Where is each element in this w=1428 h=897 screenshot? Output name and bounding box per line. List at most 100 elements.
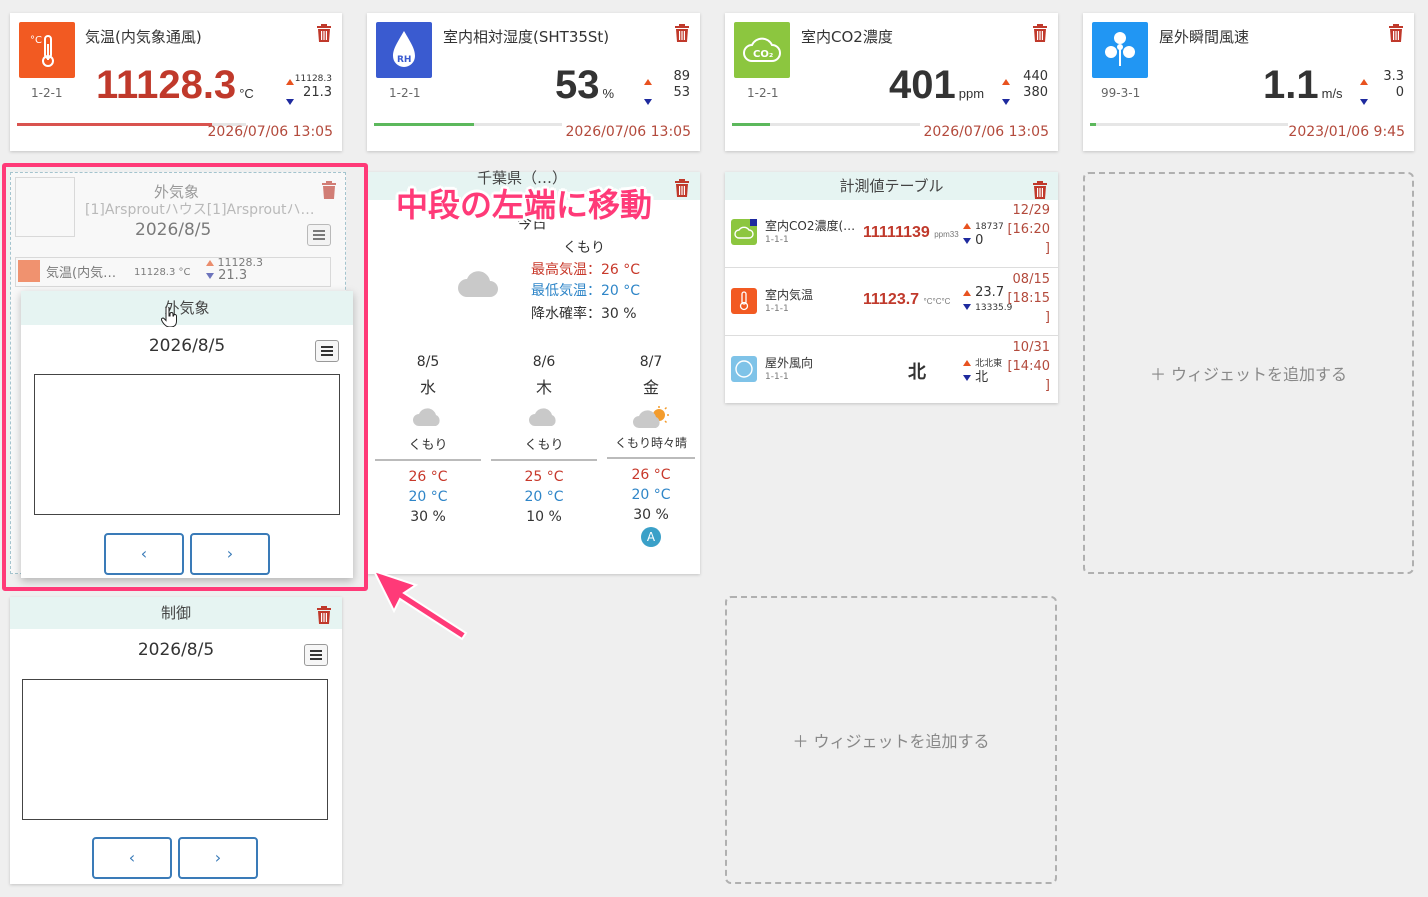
low-arrow-icon: [963, 374, 971, 381]
thermometer-icon: °C: [19, 22, 75, 78]
timestamp: 2026/07/06 13:05: [207, 124, 334, 140]
measurement-table-widget[interactable]: 計測値テーブル 室内CO2濃度(… 1-1-1 11111139 ppm33 1…: [725, 172, 1058, 403]
low-value: 380: [1023, 85, 1048, 100]
trash-icon[interactable]: [1032, 181, 1048, 199]
next-button[interactable]: ›: [178, 837, 258, 879]
low-arrow-icon: [286, 98, 294, 105]
compass-icon: [731, 356, 757, 382]
forecast-day: 8/5 水 くもり 26 °C 20 °C 30 %: [375, 354, 481, 525]
trash-icon[interactable]: [316, 24, 332, 42]
sensor-card-co2[interactable]: CO₂ 室内CO2濃度 1-2-1 401 ppm 440 380 2026/07…: [725, 13, 1058, 151]
current-value: 1.1 m/s: [1263, 63, 1343, 107]
trash-icon[interactable]: [674, 24, 690, 42]
trash-icon[interactable]: [1032, 24, 1048, 42]
widget-date: 2026/8/5: [137, 640, 215, 660]
device-code: 99-3-1: [1101, 86, 1141, 100]
row-value: 北: [908, 362, 926, 382]
current-value: 401 ppm: [889, 63, 985, 107]
today-min: 最低気温：20 °C: [531, 283, 641, 299]
table-header: 計測値テーブル: [725, 172, 1058, 200]
high-value: 89: [673, 69, 690, 84]
low-arrow-icon: [1002, 98, 1010, 105]
trash-icon[interactable]: [316, 606, 332, 624]
highlight-frame: [2, 163, 368, 591]
trash-icon[interactable]: [674, 179, 690, 197]
chart-area: [22, 679, 328, 820]
add-widget-button[interactable]: ＋ ウィジェットを追加する: [1083, 172, 1414, 574]
high-arrow-icon: [963, 222, 971, 229]
device-code: 1-2-1: [31, 86, 63, 100]
low-arrow-icon: [963, 237, 971, 244]
svg-text:°C: °C: [30, 35, 42, 46]
high-arrow-icon: [963, 289, 971, 296]
today-rain: 降水確率：30 %: [531, 306, 637, 322]
row-time: 12/29 [16:20]: [1007, 203, 1050, 256]
annotation-label: 中段の左端に移動: [396, 186, 653, 224]
svg-text:RH: RH: [397, 55, 411, 65]
cloud-sun-icon: [607, 406, 695, 430]
low-value: 0: [1395, 85, 1404, 100]
row-value: 11111139 ppm33: [863, 224, 959, 241]
card-title: 気温(内気象通風): [85, 28, 202, 46]
control-widget[interactable]: 制御 2026/8/5 ‹ ›: [10, 597, 342, 884]
table-row[interactable]: 室内CO2濃度(… 1-1-1 11111139 ppm33 18737 0 1…: [725, 199, 1058, 267]
row-hilo: 18737 0: [963, 219, 1004, 248]
card-title: 屋外瞬間風速: [1159, 28, 1250, 46]
row-value: 11123.7 °C°C°C: [863, 291, 951, 308]
co2-icon: [731, 219, 757, 245]
svg-text:CO₂: CO₂: [753, 49, 773, 60]
value-bar: [1090, 123, 1288, 126]
trash-icon[interactable]: [1388, 24, 1404, 42]
menu-icon[interactable]: [304, 644, 328, 666]
timestamp: 2026/07/06 13:05: [923, 124, 1050, 140]
high-arrow-icon: [286, 78, 294, 85]
forecast-day: 8/7 金 くもり時々晴 26 °C 20 °C 30 % A: [607, 354, 695, 547]
device-code: 1-2-1: [389, 86, 421, 100]
low-value: 53: [673, 85, 690, 100]
humidity-rh-icon: RH: [376, 22, 432, 78]
low-arrow-icon: [1360, 98, 1368, 105]
sensor-card-wind-speed[interactable]: 屋外瞬間風速 99-3-1 1.1 m/s 3.3 0 2023/01/06 9:…: [1083, 13, 1414, 151]
card-title: 室内CO2濃度: [801, 28, 893, 46]
sensor-card-temperature[interactable]: °C 気温(内気象通風) 1-2-1 11128.3 °C 11128.3 21.…: [10, 13, 342, 151]
high-arrow-icon: [963, 359, 971, 366]
table-row[interactable]: 屋外風向 1-1-1 北 北北東 北 10/31 [14:40]: [725, 335, 1058, 403]
prev-button[interactable]: ‹: [92, 837, 172, 879]
high-arrow-icon: [1360, 78, 1368, 85]
low-arrow-icon: [644, 98, 652, 105]
cloud-icon: [457, 269, 501, 303]
high-value: 440: [1023, 69, 1048, 84]
weather-badge[interactable]: A: [641, 527, 661, 547]
timestamp: 2023/01/06 9:45: [1288, 124, 1405, 140]
widget-header: 制御: [10, 597, 342, 629]
weather-widget[interactable]: 千葉県（…） 今日 くもり 最高気温：26 °C 最低気温：20 °C 降水確率…: [367, 169, 700, 574]
cloud-icon: [375, 406, 481, 430]
value-bar: [374, 123, 562, 126]
timestamp: 2026/07/06 13:05: [565, 124, 692, 140]
low-value: 21.3: [303, 85, 332, 100]
high-value: 3.3: [1383, 69, 1404, 84]
current-value: 53%: [555, 63, 615, 107]
cloud-icon: [491, 406, 597, 430]
card-title: 室内相対湿度(SHT35St): [443, 28, 610, 46]
co2-icon: CO₂: [734, 22, 790, 78]
current-value: 11128.3 °C: [96, 63, 254, 107]
low-arrow-icon: [963, 303, 971, 310]
high-arrow-icon: [1002, 78, 1010, 85]
row-time: 10/31 [14:40]: [1007, 340, 1050, 393]
row-hilo: 北北東 北: [963, 356, 1002, 385]
high-arrow-icon: [644, 78, 652, 85]
add-widget-button[interactable]: ＋ ウィジェットを追加する: [725, 596, 1057, 884]
today-condition: くもり: [563, 240, 605, 256]
device-code: 1-2-1: [747, 86, 779, 100]
row-hilo: 23.7 13335.9: [963, 286, 1012, 315]
table-row[interactable]: 室内気温 1-1-1 11123.7 °C°C°C 23.7 13335.9 0…: [725, 267, 1058, 335]
today-max: 最高気温：26 °C: [531, 262, 641, 278]
forecast-day: 8/6 木 くもり 25 °C 20 °C 10 %: [491, 354, 597, 525]
row-time: 08/15 [18:15]: [1007, 272, 1050, 325]
value-bar: [732, 123, 920, 126]
thermometer-icon: [731, 288, 757, 314]
wind-fan-icon: [1092, 22, 1148, 78]
annotation-arrow-icon: [372, 569, 468, 641]
sensor-card-humidity[interactable]: RH 室内相対湿度(SHT35St) 1-2-1 53% 89 53 2026/…: [367, 13, 700, 151]
